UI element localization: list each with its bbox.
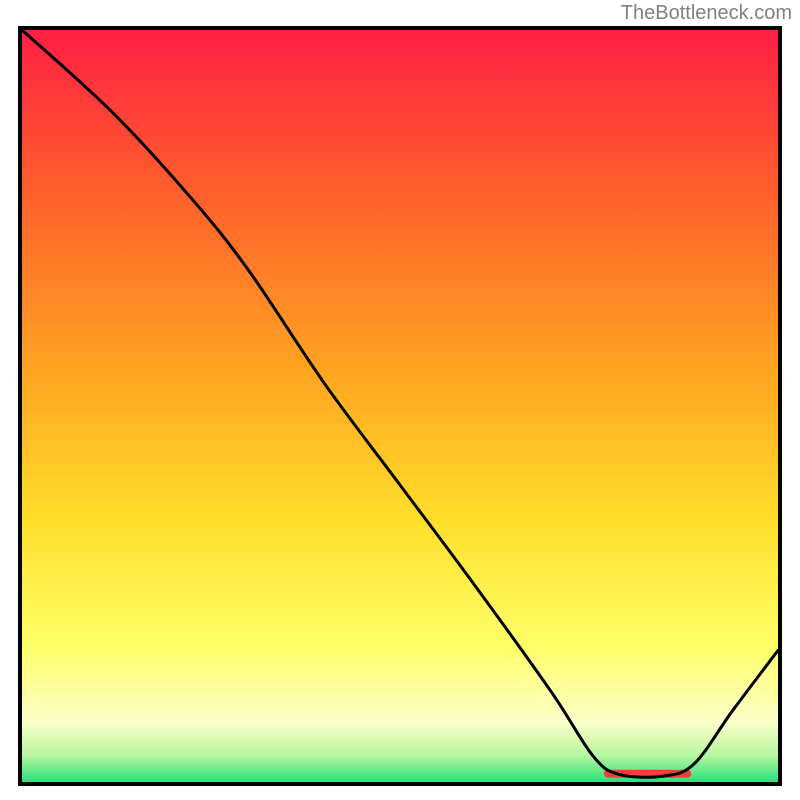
plot-area (18, 26, 782, 786)
chart-container: TheBottleneck.com (0, 0, 800, 800)
attribution-text: TheBottleneck.com (621, 2, 792, 25)
gradient-background (22, 30, 778, 782)
plot-svg (18, 26, 782, 786)
